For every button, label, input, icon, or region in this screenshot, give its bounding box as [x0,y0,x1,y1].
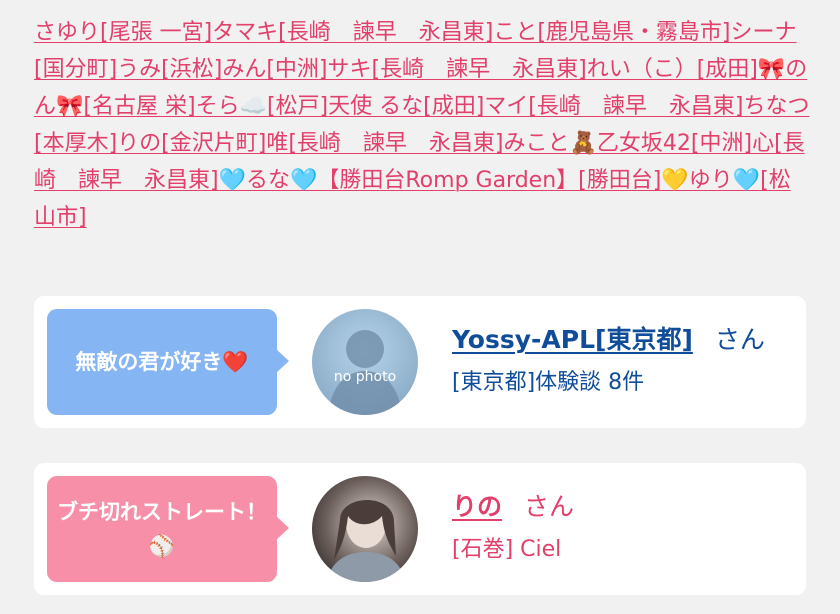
cast-link[interactable]: みこと🧸乙女坂42[中洲] [504,131,753,156]
review-card: ブチ切れストレート！⚾ りの さん [石巻] Ciel [34,463,806,595]
no-photo-label: no photo [333,369,397,385]
cast-link[interactable]: タマキ[長崎 諫早 永昌東] [212,20,493,45]
honorific: さん [714,325,765,354]
cast-link-list: さゆり[尾張 一宮]タマキ[長崎 諫早 永昌東]こと[鹿児島県・霧島市]シーナ[… [34,14,810,236]
person-silhouette-icon [328,330,402,415]
cast-link[interactable]: 🩵るな🩵【勝田台Romp Garden】[勝田台] [219,168,662,193]
cast-link[interactable]: マイ[長崎 諫早 永昌東] [484,94,743,119]
cast-link[interactable]: うみ[浜松] [117,57,222,82]
cast-link[interactable]: こと[鹿児島県・霧島市] [493,20,730,45]
avatar[interactable]: no photo [312,309,418,415]
reviewer-name-link[interactable]: Yossy-APL[東京都] [452,325,693,354]
cast-link[interactable]: 唯[長崎 諫早 永昌東] [266,131,503,156]
reviewer-info: [東京都]体験談 8件 [452,370,645,395]
review-card: 無敵の君が好き❤️ no photo Yossy-APL[東京都] さん [東京都… [34,296,806,428]
review-title-bubble: 無敵の君が好き❤️ [47,309,289,415]
review-title-bubble: ブチ切れストレート！⚾ [47,476,289,582]
cast-link[interactable]: りの[金沢片町] [117,131,266,156]
cast-link[interactable]: そら☁️[松戸] [196,94,329,119]
cast-name-row: りの さん [452,489,574,525]
cast-link[interactable]: さゆり[尾張 一宮] [34,20,212,45]
cast-link[interactable]: サキ[長崎 諫早 永昌東] [328,57,587,82]
reviewer-name-row: Yossy-APL[東京都] さん [452,322,765,358]
cast-link[interactable]: みん[中洲] [222,57,327,82]
cast-name-link[interactable]: りの [452,492,502,521]
honorific: さん [524,492,575,521]
cast-link[interactable]: 天使 るな[成田] [328,94,484,119]
cast-photo[interactable] [312,476,418,582]
cast-shop-info: [石巻] Ciel [452,537,562,562]
person-photo-icon [326,500,406,582]
cast-link[interactable]: れい（こ）[成田] [587,57,758,82]
